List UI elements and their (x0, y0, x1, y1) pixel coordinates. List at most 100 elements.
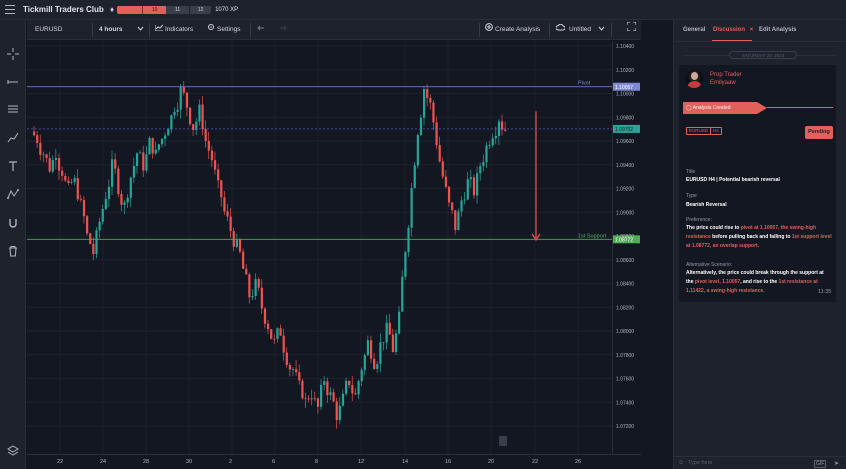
candle-body (89, 233, 92, 244)
candle-body (441, 161, 444, 177)
tab-general[interactable]: General (683, 27, 705, 33)
analysis-created-banner: ◯ Analysis Created (683, 102, 757, 114)
candle-body (354, 393, 357, 395)
candle-body (479, 166, 482, 174)
brush-icon[interactable] (4, 128, 22, 146)
undo-icon[interactable] (257, 20, 265, 40)
time-tick-label: 6 (272, 459, 275, 465)
candle-body (291, 369, 295, 370)
price-tick-label: 1.09000 (616, 210, 634, 216)
layers-icon[interactable] (4, 442, 22, 460)
candle-body (469, 177, 472, 180)
message-input[interactable]: Type here (688, 460, 712, 466)
send-icon[interactable]: ➤ (834, 460, 839, 467)
candle-body (248, 274, 251, 298)
candle-body (388, 322, 391, 335)
crosshair-icon[interactable] (4, 45, 22, 63)
candle-body (273, 338, 276, 340)
create-analysis-button[interactable]: Create Analysis (495, 20, 540, 40)
candle-body (298, 372, 301, 381)
trash-icon[interactable] (4, 242, 22, 260)
candle-body (79, 199, 82, 200)
tab-discussion[interactable]: Discussion × (713, 27, 753, 33)
diamond-icon: ♦ (110, 5, 115, 14)
pattern-icon[interactable] (4, 185, 22, 203)
candle-body (132, 165, 136, 178)
candle-body (360, 369, 363, 382)
candle-body (245, 268, 248, 275)
candle-body (391, 334, 394, 352)
plus-circle-icon[interactable] (485, 20, 493, 40)
symbol-search[interactable]: EURUSD (35, 20, 62, 40)
candle-body (335, 401, 338, 421)
price-tick-label: 1.07800 (616, 353, 634, 359)
candle-body (295, 369, 298, 373)
candle-body (107, 186, 111, 199)
time-tick-label: 22 (532, 459, 538, 465)
candle-body (235, 239, 238, 247)
candle-body (363, 355, 366, 370)
status-badge: Pending (805, 126, 833, 139)
time-tick-label: 28 (143, 459, 149, 465)
indicators-icon[interactable] (154, 20, 164, 40)
candle-body (42, 154, 45, 156)
candle-body (332, 392, 335, 402)
chevron-down-icon[interactable] (598, 20, 605, 40)
candle-body (39, 142, 42, 155)
chart-canvas[interactable]: Pivot1.100571st Support1.087721.097021.1… (27, 41, 641, 469)
close-icon[interactable]: × (750, 27, 754, 33)
menu-icon[interactable] (5, 5, 15, 14)
xp-segment: 10 (142, 5, 167, 14)
candle-body (329, 392, 332, 396)
divider (797, 55, 837, 56)
candle-body (92, 243, 95, 255)
candle-body (376, 363, 379, 369)
horizontal-lines-icon[interactable] (4, 100, 22, 118)
gif-button[interactable]: GIF (814, 460, 827, 468)
cloud-icon[interactable] (555, 20, 566, 40)
trendline-icon[interactable] (4, 73, 22, 91)
candle-body (476, 173, 479, 196)
candle-body (379, 342, 382, 364)
magnet-icon[interactable] (4, 214, 22, 232)
candle-body (307, 398, 310, 400)
time-tick-label: 30 (186, 459, 192, 465)
settings-button[interactable]: Settings (217, 20, 241, 40)
candle-body (426, 89, 429, 98)
analysis-created-label: Analysis Created (692, 105, 731, 111)
candle-body (373, 358, 376, 369)
emoji-icon[interactable]: ☺ (678, 460, 684, 466)
author-name[interactable]: Emilyaaw (710, 80, 736, 86)
price-tick-label: 1.08000 (616, 329, 634, 335)
chevron-down-icon[interactable] (137, 20, 144, 40)
gear-icon[interactable] (207, 20, 215, 40)
candle-body (223, 197, 226, 212)
candle-body (451, 202, 454, 211)
preference-label: Preference: (686, 217, 712, 223)
candle-body (404, 252, 407, 277)
candle-body (413, 165, 416, 188)
message-time: 11:35 (818, 289, 832, 295)
tab-edit-analysis[interactable]: Edit Analysis (759, 27, 796, 33)
candle-body (98, 221, 101, 231)
price-tick-label: 1.08200 (616, 305, 634, 311)
candle-body (217, 169, 220, 181)
candle-body (382, 342, 385, 344)
interval-select[interactable]: 4 hours (99, 20, 122, 40)
candle-body (279, 328, 282, 336)
candle-body (323, 381, 326, 385)
candle-body (494, 136, 497, 139)
time-tick-label: 24 (100, 459, 106, 465)
layout-name[interactable]: Untitled (569, 20, 591, 40)
text-icon[interactable] (4, 157, 22, 175)
candle-body (348, 380, 351, 386)
redo-icon[interactable] (279, 20, 287, 40)
candle-body (385, 322, 388, 343)
fullscreen-icon[interactable] (626, 20, 637, 40)
right-sidebar-gap (641, 20, 673, 469)
candle-body (57, 157, 61, 171)
indicators-button[interactable]: Indicators (165, 20, 193, 40)
alternative-text: Alternatively, the price could break thr… (686, 269, 832, 296)
price-chart[interactable]: Pivot 1.10057 1st Support 1.08772 1.09702 1.1… (27, 41, 641, 469)
candle-body (242, 251, 245, 269)
